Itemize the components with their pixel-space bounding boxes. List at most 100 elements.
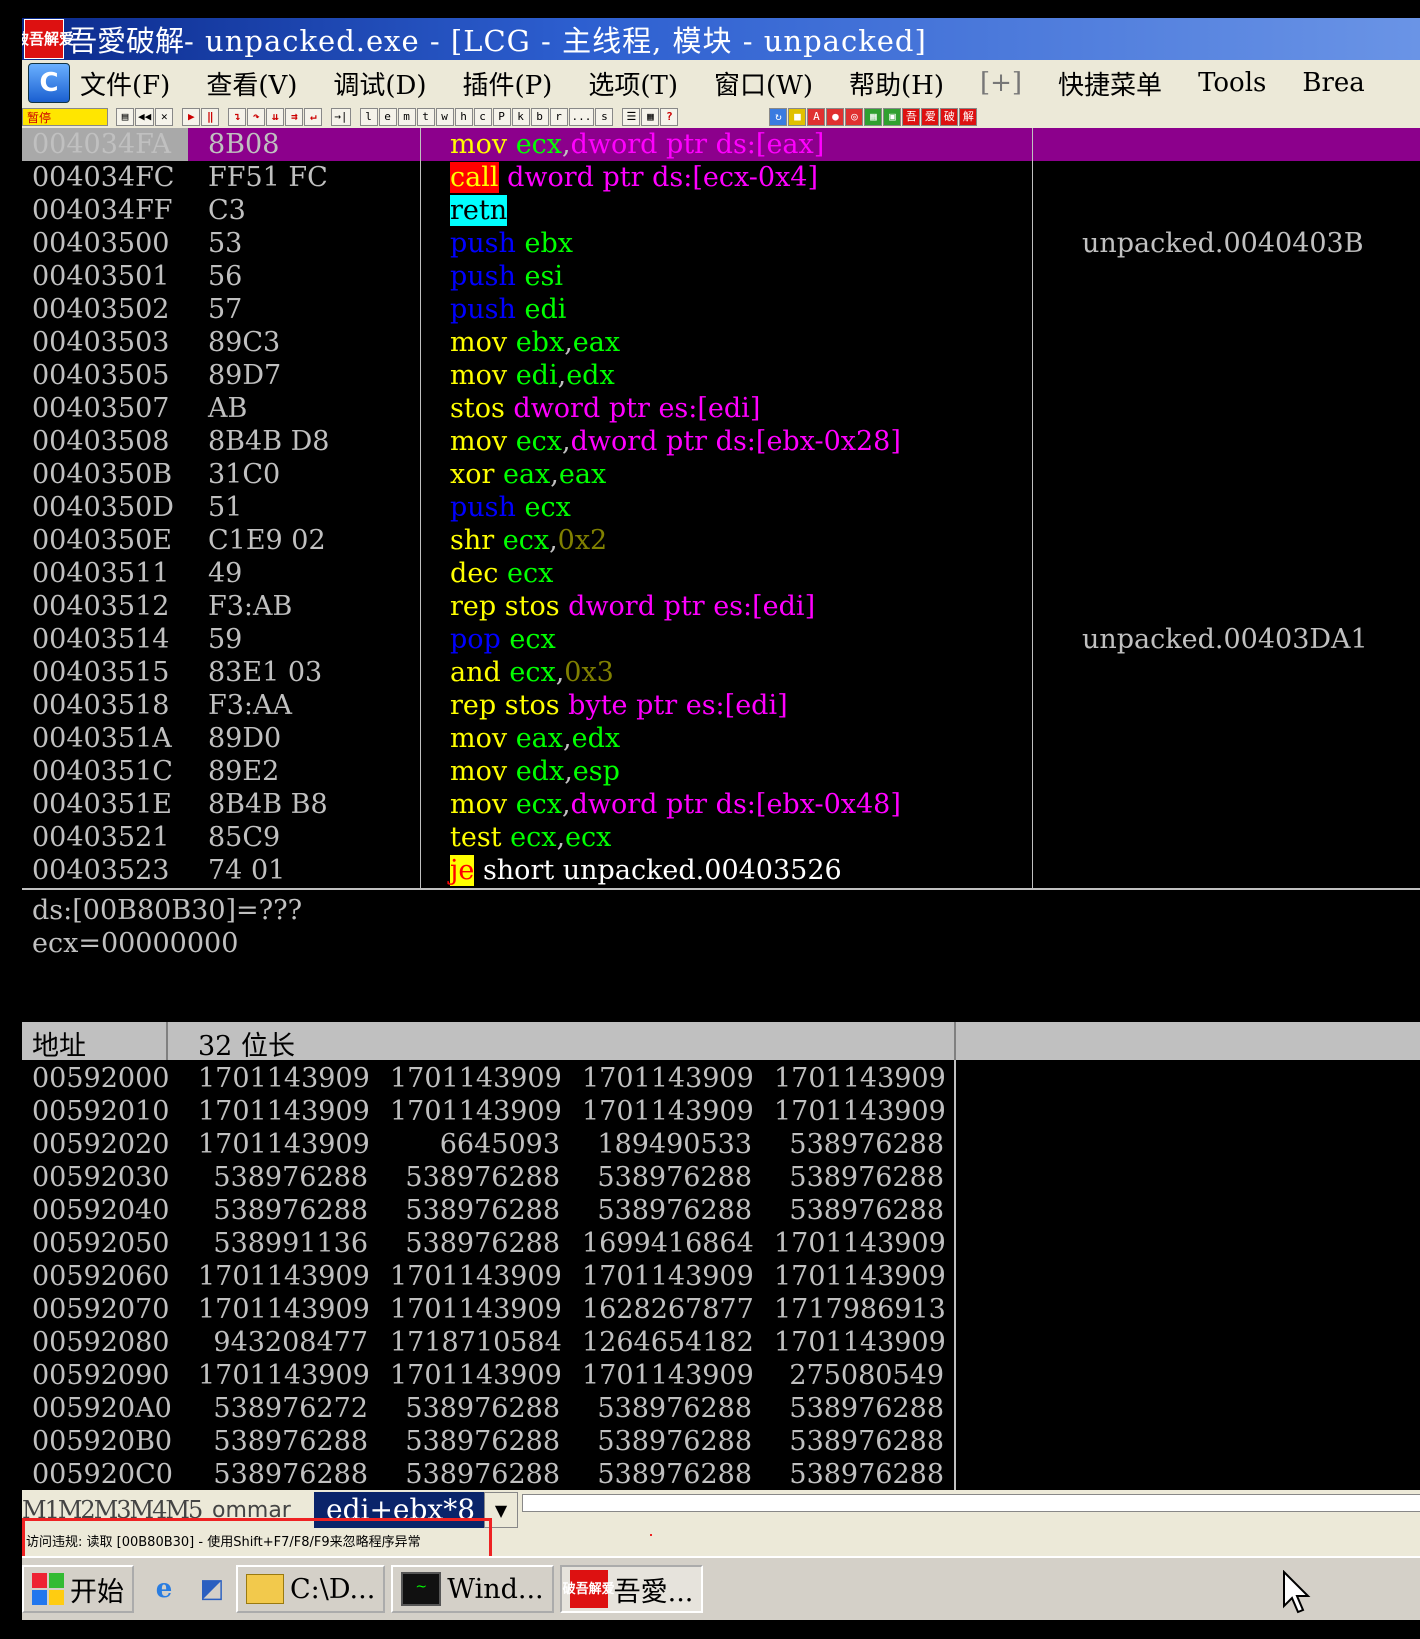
- dump-row[interactable]: 00592000 1701143909 1701143909 1701143909 17…: [22, 1060, 1420, 1094]
- cpu-row[interactable]: 004034FC FF51 FC call dword ptr ds:[ecx-0x…: [22, 161, 1420, 194]
- plugin-icon-grid[interactable]: ▦: [864, 108, 883, 126]
- plugin-icon-1[interactable]: ■: [788, 108, 807, 126]
- tb-letter-e[interactable]: e: [378, 108, 397, 126]
- cpu-row[interactable]: 0040351E 8B4B B8 mov ecx,dword ptr ds:[ebx…: [22, 788, 1420, 821]
- menu-breakpoints[interactable]: Brea: [1302, 68, 1364, 98]
- dump-row[interactable]: 00592080 943208477 1718710584 1264654182 170…: [22, 1324, 1420, 1358]
- plugin-icon-a[interactable]: A: [807, 108, 826, 126]
- run-icon[interactable]: ▶: [182, 108, 201, 126]
- cpu-row[interactable]: 00403508 8B4B D8 mov ecx,dword ptr ds:[ebx…: [22, 425, 1420, 458]
- dump-header-format[interactable]: 32 位长: [198, 1024, 295, 1063]
- taskbar-item-debugger[interactable]: 破吾解爱 吾愛...: [559, 1565, 704, 1613]
- cpu-row[interactable]: 00403502 57 push edi: [22, 293, 1420, 326]
- plugin-icon-screen[interactable]: ▣: [883, 108, 902, 126]
- refresh-icon[interactable]: ↻: [769, 108, 788, 126]
- step-over-icon[interactable]: ↷: [247, 108, 266, 126]
- cpu-row[interactable]: 0040351A 89D0 mov eax,edx: [22, 722, 1420, 755]
- plugin-icon-circle[interactable]: ●: [826, 108, 845, 126]
- tb-letter-t[interactable]: t: [416, 108, 435, 126]
- restart-icon[interactable]: ◀◀: [135, 108, 155, 126]
- plugin-icon-jie[interactable]: 解: [959, 108, 978, 126]
- command-input[interactable]: edi+ebx*8: [314, 1492, 484, 1528]
- open-icon[interactable]: ▤: [116, 108, 134, 126]
- goto-icon[interactable]: →|: [331, 108, 351, 126]
- tb-letter-s[interactable]: s: [595, 108, 614, 126]
- plugin-icon-wu[interactable]: 吾: [902, 108, 921, 126]
- cpu-row[interactable]: 00403500 53 push ebx unpacked.0040403B: [22, 227, 1420, 260]
- cpu-row[interactable]: 00403505 89D7 mov edi,edx: [22, 359, 1420, 392]
- tb-letter-w[interactable]: w: [435, 108, 454, 126]
- menu-debug[interactable]: 调试(D): [333, 65, 426, 102]
- tb-letter-m[interactable]: m: [397, 108, 416, 126]
- outlook-icon[interactable]: ◩: [192, 1569, 232, 1609]
- cpu-disassembly-pane[interactable]: 004034FA 8B08 mov ecx,dword ptr ds:[eax] 00…: [22, 128, 1420, 888]
- plugin-icon-target[interactable]: ◎: [845, 108, 864, 126]
- dump-row[interactable]: 005920A0 538976272 538976288 538976288 53897…: [22, 1390, 1420, 1424]
- dump-row[interactable]: 00592070 1701143909 1701143909 1628267877 17…: [22, 1291, 1420, 1325]
- menu-plugins[interactable]: 插件(P): [463, 65, 553, 102]
- step-into-icon[interactable]: ↴: [228, 108, 247, 126]
- dump-row[interactable]: 00592030 538976288 538976288 538976288 53897…: [22, 1159, 1420, 1193]
- cpu-row[interactable]: 004034FF C3 retn: [22, 194, 1420, 227]
- dump-header-address[interactable]: 地址: [32, 1024, 86, 1063]
- menu-tools[interactable]: Tools: [1198, 68, 1266, 98]
- dump-row[interactable]: 005920C0 538976288 538976288 538976288 53897…: [22, 1456, 1420, 1490]
- close-icon[interactable]: ✕: [155, 108, 174, 126]
- tb-letter-h[interactable]: h: [454, 108, 473, 126]
- cpu-row[interactable]: 00403514 59 pop ecx unpacked.00403DA1: [22, 623, 1420, 656]
- cpu-row[interactable]: 00403515 83E1 03 and ecx,0x3: [22, 656, 1420, 689]
- cpu-row[interactable]: 00403503 89C3 mov ebx,eax: [22, 326, 1420, 359]
- pause-icon[interactable]: ‖: [201, 108, 220, 126]
- taskbar-item-windows[interactable]: ~ Wind...: [391, 1565, 554, 1613]
- cpu-row[interactable]: 00403501 56 push esi: [22, 260, 1420, 293]
- cpu-row[interactable]: 00403523 74 01 je short unpacked.00403526: [22, 854, 1420, 887]
- start-button[interactable]: 开始: [22, 1565, 134, 1613]
- list-icon[interactable]: ☰: [622, 108, 641, 126]
- trace-over-icon[interactable]: ⇉: [285, 108, 304, 126]
- tb-letter-b[interactable]: b: [530, 108, 549, 126]
- tb-letter-c[interactable]: c: [473, 108, 492, 126]
- cpu-row[interactable]: 0040351C 89E2 mov edx,esp: [22, 755, 1420, 788]
- memory-dump-pane[interactable]: 00592000 1701143909 1701143909 1701143909 17…: [22, 1060, 1420, 1490]
- cpu-row[interactable]: 0040350B 31C0 xor eax,eax: [22, 458, 1420, 491]
- menu-file[interactable]: 文件(F): [80, 65, 170, 102]
- help-icon[interactable]: ?: [660, 108, 679, 126]
- cpu-row[interactable]: 00403512 F3:AB rep stos dword ptr es:[edi]: [22, 590, 1420, 623]
- cpu-button[interactable]: C: [28, 63, 70, 103]
- menu-view[interactable]: 查看(V): [206, 65, 297, 102]
- tb-letter-r[interactable]: r: [549, 108, 568, 126]
- taskbar-item-explorer[interactable]: C:\D...: [236, 1565, 386, 1613]
- cpu-hex-bytes: 51: [208, 492, 243, 523]
- chevron-down-icon[interactable]: ▼: [484, 1492, 518, 1528]
- cpu-row[interactable]: 00403507 AB stos dword ptr es:[edi]: [22, 392, 1420, 425]
- execute-till-return-icon[interactable]: ↵: [304, 108, 323, 126]
- plugin-icon-po[interactable]: 破: [940, 108, 959, 126]
- menu-window[interactable]: 窗口(W): [714, 65, 813, 102]
- cpu-row[interactable]: 0040350D 51 push ecx: [22, 491, 1420, 524]
- trace-into-icon[interactable]: ⇊: [266, 108, 285, 126]
- cpu-row[interactable]: 004034FA 8B08 mov ecx,dword ptr ds:[eax]: [22, 128, 1420, 161]
- internet-explorer-icon[interactable]: e: [144, 1569, 184, 1609]
- cpu-row[interactable]: 00403518 F3:AA rep stos byte ptr es:[edi]: [22, 689, 1420, 722]
- tb-letter-ellipsis[interactable]: ...: [568, 108, 595, 126]
- dump-row[interactable]: 00592040 538976288 538976288 538976288 53897…: [22, 1192, 1420, 1226]
- grid-icon[interactable]: ▦: [641, 108, 660, 126]
- dump-row[interactable]: 00592090 1701143909 1701143909 1701143909 27…: [22, 1357, 1420, 1391]
- menu-options[interactable]: 选项(T): [588, 65, 678, 102]
- tb-letter-P[interactable]: P: [492, 108, 511, 126]
- dump-row[interactable]: 00592020 1701143909 6645093 189490533 538976…: [22, 1126, 1420, 1160]
- menu-expand[interactable]: [+]: [980, 68, 1022, 98]
- cpu-row[interactable]: 0040350E C1E9 02 shr ecx,0x2: [22, 524, 1420, 557]
- plugin-icon-ai[interactable]: 爱: [921, 108, 940, 126]
- dump-row[interactable]: 00592010 1701143909 1701143909 1701143909 17…: [22, 1093, 1420, 1127]
- tb-letter-l[interactable]: l: [359, 108, 378, 126]
- menu-shortcuts[interactable]: 快捷菜单: [1058, 65, 1162, 102]
- memory-tabs[interactable]: M1M2M3M4M5: [22, 1496, 203, 1524]
- cpu-row[interactable]: 00403511 49 dec ecx: [22, 557, 1420, 590]
- dump-row[interactable]: 00592050 538991136 538976288 1699416864 1701…: [22, 1225, 1420, 1259]
- tb-letter-k[interactable]: k: [511, 108, 530, 126]
- dump-row[interactable]: 005920B0 538976288 538976288 538976288 53897…: [22, 1423, 1420, 1457]
- cpu-row[interactable]: 00403521 85C9 test ecx,ecx: [22, 821, 1420, 854]
- menu-help[interactable]: 帮助(H): [849, 65, 944, 102]
- dump-row[interactable]: 00592060 1701143909 1701143909 1701143909 17…: [22, 1258, 1420, 1292]
